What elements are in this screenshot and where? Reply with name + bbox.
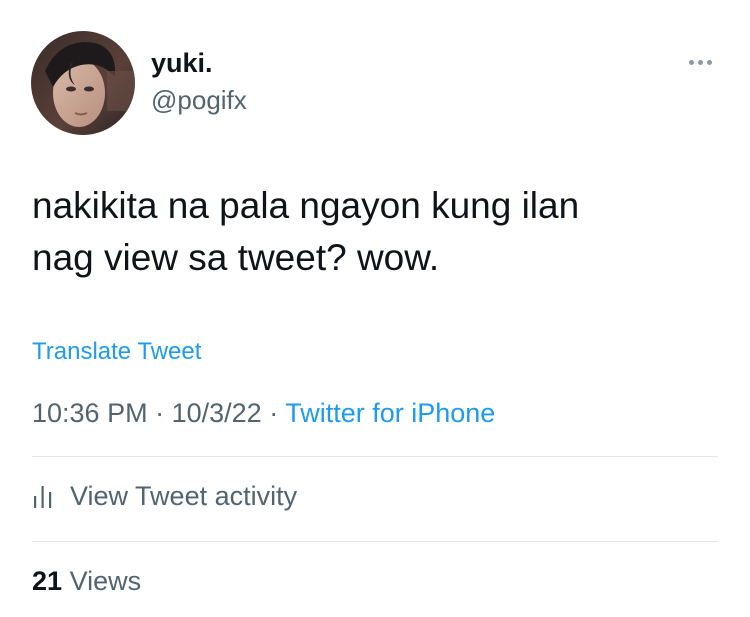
more-horizontal-icon [688, 59, 694, 65]
meta-separator: · [155, 398, 165, 428]
tweet-text-line: nag view sa tweet? wow. [32, 237, 440, 278]
meta-separator: · [269, 398, 279, 428]
avatar[interactable] [31, 31, 135, 135]
views-number: 21 [32, 566, 63, 596]
author-handle[interactable]: @pogifx [151, 84, 247, 116]
views-label: Views [69, 566, 142, 596]
avatar-image [31, 31, 135, 135]
more-icon-dot [706, 59, 712, 65]
tweet-date[interactable]: 10/3/22 [172, 398, 262, 428]
translate-tweet-link[interactable]: Translate Tweet [32, 336, 201, 368]
divider [32, 541, 718, 542]
more-icon-dot [697, 59, 703, 65]
more-options-button[interactable] [680, 50, 720, 74]
tweet-text-line: nakikita na pala ngayon kung ilan [32, 185, 580, 226]
author-display-name[interactable]: yuki. [151, 47, 213, 79]
tweet-metadata: 10:36 PM · 10/3/22 · Twitter for iPhone [32, 396, 495, 430]
view-tweet-activity-label: View Tweet activity [70, 481, 298, 511]
view-tweet-activity-button[interactable]: View Tweet activity [32, 478, 297, 514]
tweet-source-link[interactable]: Twitter for iPhone [285, 398, 495, 428]
tweet-time[interactable]: 10:36 PM [32, 398, 148, 428]
views-count: 21 Views [32, 564, 141, 598]
tweet-text: nakikita na pala ngayon kung ilan nag vi… [32, 180, 712, 284]
bar-chart-icon [32, 482, 54, 510]
divider [32, 456, 718, 457]
